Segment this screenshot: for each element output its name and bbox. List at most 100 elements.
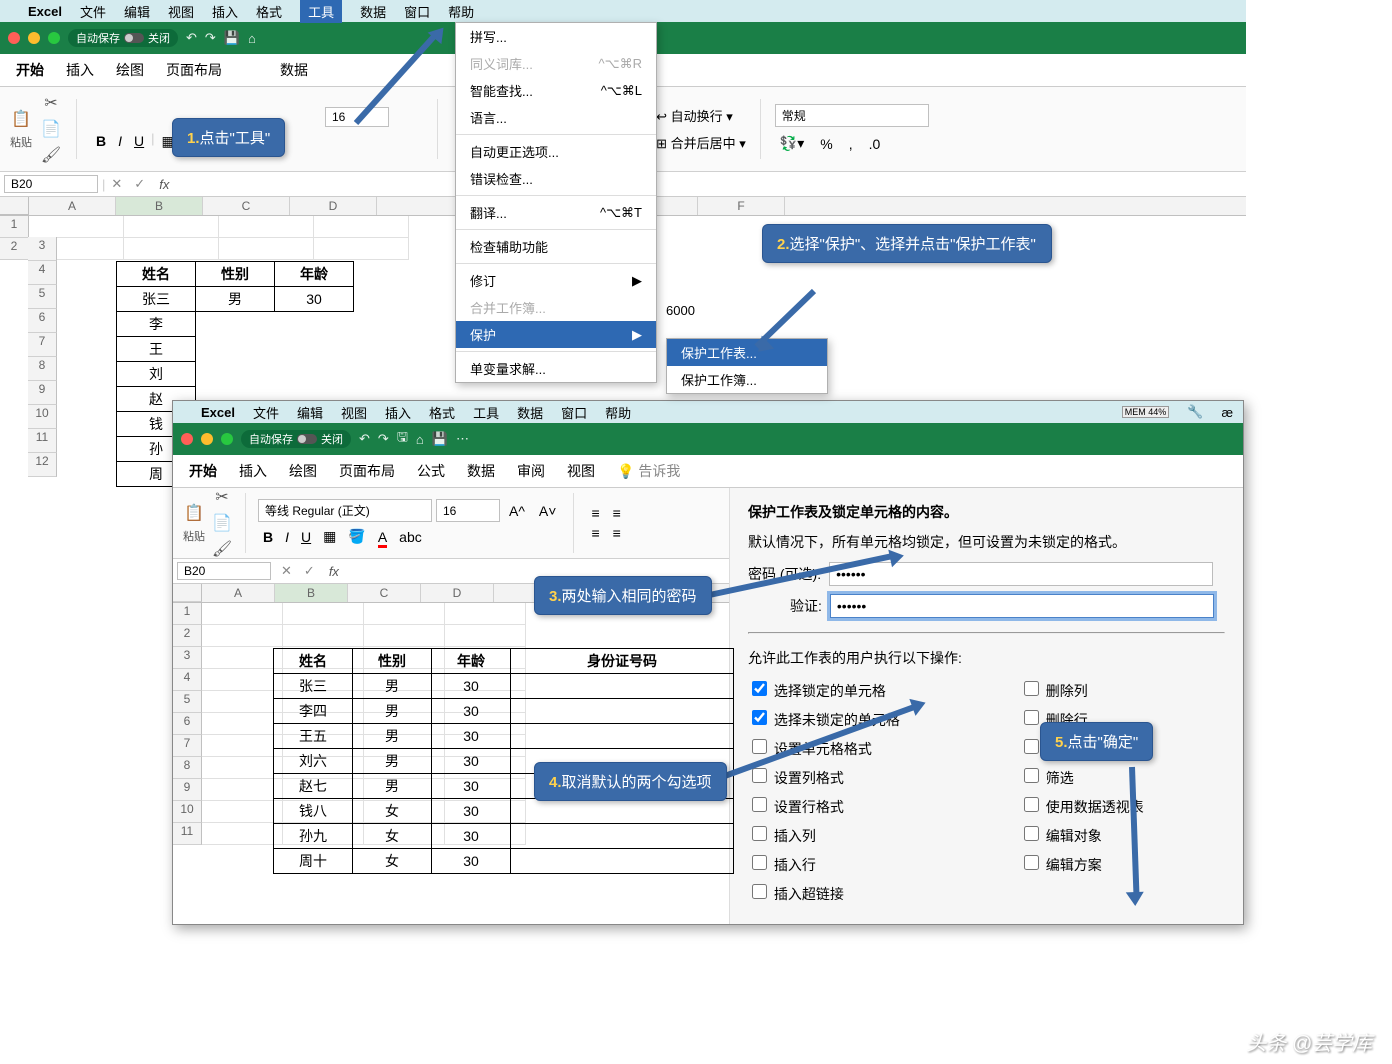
tab-review[interactable]: 审阅	[517, 461, 545, 481]
bold-button[interactable]: B	[91, 131, 111, 152]
perm-checkbox[interactable]: 插入超链接	[748, 881, 900, 904]
save-icon[interactable]: 💾	[224, 30, 240, 46]
italic-button[interactable]: I	[280, 526, 294, 547]
cut-icon[interactable]: ✂	[211, 486, 233, 508]
menu-tools[interactable]: 工具	[300, 0, 342, 23]
menu-edit[interactable]: 编辑	[124, 2, 150, 21]
decimal-inc-button[interactable]: .0	[864, 133, 886, 154]
perm-checkbox[interactable]: 筛选	[1020, 765, 1144, 788]
menu-file[interactable]: 文件	[253, 403, 279, 422]
font-dec-button[interactable]: A˅	[534, 499, 562, 522]
comma-button[interactable]: ,	[844, 133, 858, 154]
tab-home[interactable]: 开始	[189, 461, 217, 481]
submenu-protect-sheet[interactable]: 保护工作表...	[667, 339, 827, 366]
perm-checkbox[interactable]: 删除列	[1020, 678, 1144, 701]
menu-insert[interactable]: 插入	[212, 2, 238, 21]
format-painter-icon[interactable]: 🖌	[211, 538, 233, 560]
menu-view[interactable]: 视图	[168, 2, 194, 21]
menu-tools[interactable]: 工具	[473, 403, 499, 422]
redo-icon[interactable]: ↷	[205, 30, 216, 46]
menu-autocorrect[interactable]: 自动更正选项...	[456, 138, 656, 165]
zoom-icon[interactable]	[221, 433, 233, 445]
close-icon[interactable]	[181, 433, 193, 445]
menu-help[interactable]: 帮助	[448, 2, 474, 21]
font-box[interactable]: 等线 Regular (正文)	[258, 499, 432, 522]
menu-protect[interactable]: 保护▶	[456, 321, 656, 348]
verify-input[interactable]	[830, 594, 1214, 618]
tab-draw[interactable]: 绘图	[116, 60, 144, 80]
minimize-icon[interactable]	[201, 433, 213, 445]
minimize-icon[interactable]	[28, 32, 40, 44]
bold-button[interactable]: B	[258, 526, 278, 547]
font-inc-button[interactable]: A^	[504, 499, 530, 522]
phonetic-button[interactable]: abc	[394, 526, 427, 547]
perm-checkbox[interactable]: 编辑对象	[1020, 823, 1144, 846]
tab-home[interactable]: 开始	[16, 60, 44, 80]
perm-checkbox[interactable]: 选择锁定的单元格	[748, 678, 900, 701]
menu-translate[interactable]: 翻译...^⌥⌘T	[456, 199, 656, 226]
menu-language[interactable]: 语言...	[456, 104, 656, 131]
undo-icon[interactable]: ↶	[186, 30, 197, 46]
menu-format[interactable]: 格式	[256, 2, 282, 21]
tab-data[interactable]: 数据	[280, 60, 308, 80]
menu-file[interactable]: 文件	[80, 2, 106, 21]
fx-icon[interactable]: fx	[321, 564, 347, 579]
close-icon[interactable]	[8, 32, 20, 44]
perm-checkbox[interactable]: 插入行	[748, 852, 900, 875]
underline-button[interactable]: U	[129, 131, 149, 152]
undo-icon[interactable]: ↶	[359, 431, 370, 447]
menu-format[interactable]: 格式	[429, 403, 455, 422]
spreadsheet-grid-2[interactable]: A B C D 1234567891011 姓名 性别 年龄 身份证号码 张三	[173, 584, 729, 924]
tab-insert[interactable]: 插入	[66, 60, 94, 80]
menu-accessibility[interactable]: 检查辅助功能	[456, 233, 656, 260]
align-left-button[interactable]: ≡	[586, 523, 604, 543]
perm-checkbox[interactable]: 编辑方案	[1020, 852, 1144, 875]
fill-color-button[interactable]: 🪣	[343, 526, 370, 547]
name-box-2[interactable]	[177, 562, 271, 580]
fx-icon[interactable]: fx	[151, 177, 177, 192]
border-button[interactable]: ▦	[318, 526, 341, 547]
underline-button[interactable]: U	[296, 526, 316, 547]
menu-goalseek[interactable]: 单变量求解...	[456, 355, 656, 382]
tab-draw[interactable]: 绘图	[289, 461, 317, 481]
cut-icon[interactable]: ✂	[40, 92, 62, 114]
fontsize-box[interactable]: 16	[436, 499, 500, 522]
menu-errorcheck[interactable]: 错误检查...	[456, 165, 656, 192]
more-icon[interactable]: ⋯	[456, 431, 469, 447]
number-format-box[interactable]: 常规	[775, 104, 929, 127]
tellme[interactable]: 💡 告诉我	[617, 461, 680, 481]
cancel-icon[interactable]: ✕	[105, 176, 128, 192]
redo-icon[interactable]: ↷	[378, 431, 389, 447]
copy-icon[interactable]: 📄	[40, 118, 62, 140]
merge-button[interactable]: ⊞ 合并后居中 ▾	[656, 133, 746, 152]
perm-checkbox[interactable]: 插入列	[748, 823, 900, 846]
align-mid-button[interactable]: ≡	[608, 503, 626, 523]
save-icon[interactable]: 🖫	[397, 428, 408, 450]
menu-insert[interactable]: 插入	[385, 403, 411, 422]
menu-window[interactable]: 窗口	[561, 403, 587, 422]
cancel-icon[interactable]: ✕	[275, 563, 298, 579]
align-top-button[interactable]: ≡	[586, 503, 604, 523]
autosave-toggle[interactable]: 自动保存关闭	[68, 29, 178, 47]
tab-insert[interactable]: 插入	[239, 461, 267, 481]
confirm-icon[interactable]: ✓	[298, 563, 321, 579]
submenu-protect-workbook[interactable]: 保护工作簿...	[667, 366, 827, 393]
menu-view[interactable]: 视图	[341, 403, 367, 422]
align-center-button[interactable]: ≡	[608, 523, 626, 543]
perm-checkbox[interactable]: 设置列格式	[748, 765, 900, 788]
paste-button[interactable]: 📋 粘贴	[183, 502, 205, 544]
percent-button[interactable]: %	[815, 133, 837, 154]
format-painter-icon[interactable]: 🖌	[40, 144, 62, 166]
confirm-icon[interactable]: ✓	[128, 176, 151, 192]
wrap-text-button[interactable]: ↩ 自动换行 ▾	[656, 106, 746, 125]
italic-button[interactable]: I	[113, 131, 127, 152]
menu-spelling[interactable]: 拼写...	[456, 23, 656, 50]
tab-formula[interactable]: 公式	[417, 461, 445, 481]
app-name[interactable]: Excel	[201, 405, 235, 420]
tab-view[interactable]: 视图	[567, 461, 595, 481]
paste-button[interactable]: 📋 粘贴	[10, 108, 32, 150]
copy-icon[interactable]: 📄	[211, 512, 233, 534]
menu-data[interactable]: 数据	[360, 2, 386, 21]
menu-window[interactable]: 窗口	[404, 2, 430, 21]
name-box[interactable]	[4, 175, 98, 193]
